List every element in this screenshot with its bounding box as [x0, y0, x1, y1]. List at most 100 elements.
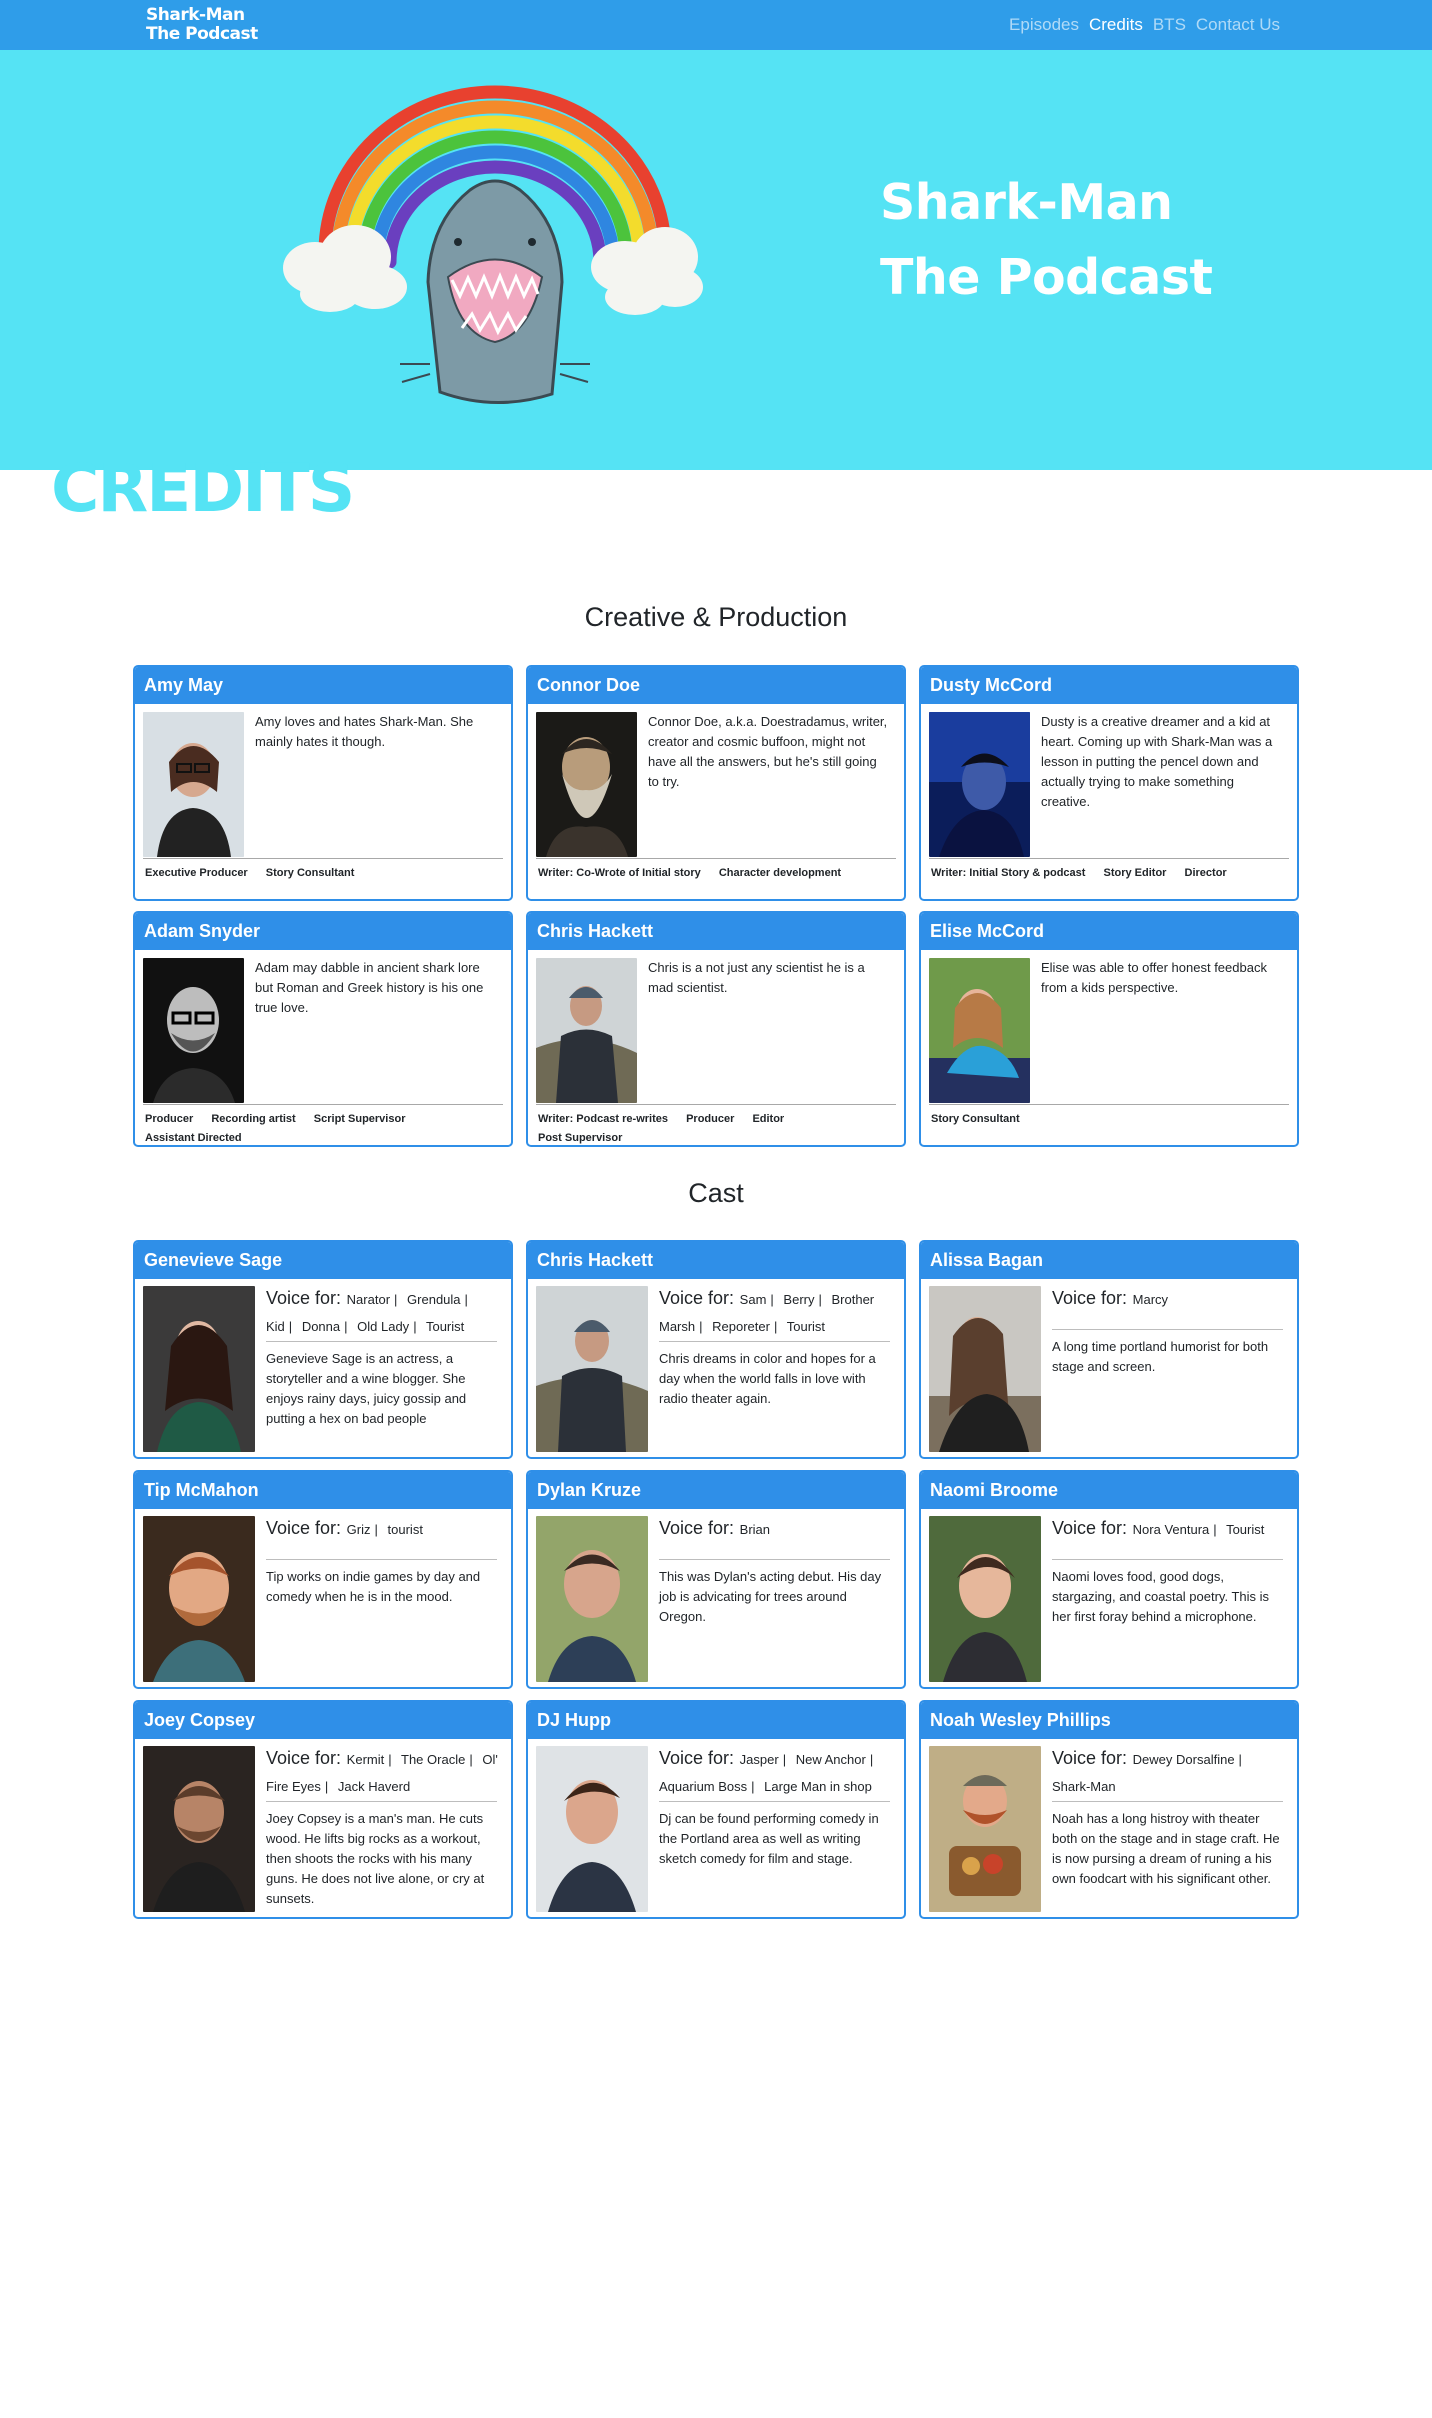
voice-role: New Anchor [795, 1752, 866, 1767]
divider [659, 1801, 890, 1802]
person-photo [143, 712, 244, 857]
divider [929, 858, 1289, 859]
voice-roles: Voice for: Sam | Berry | Brother Marsh | Re… [659, 1288, 875, 1334]
divider [536, 858, 896, 859]
card-name: Naomi Broome [921, 1472, 1297, 1509]
voice-role: Kermit [346, 1752, 385, 1767]
role-tag: Character development [718, 867, 842, 879]
brand-logo[interactable]: Shark-Man The Podcast [146, 6, 258, 44]
person-bio: Joey Copsey is a man's man. He cuts wood… [266, 1811, 485, 1906]
creative-card: Amy May Amy loves and hates Shark-Man. S… [133, 665, 513, 901]
divider [1052, 1329, 1283, 1330]
person-photo [536, 1286, 648, 1452]
person-photo [143, 1286, 255, 1452]
voice-role: Donna [301, 1319, 341, 1334]
person-bio: A long time portland humorist for both s… [1052, 1339, 1269, 1374]
person-photo [536, 1516, 648, 1682]
cast-section-title: Cast [688, 1178, 744, 1208]
person-photo [929, 712, 1030, 857]
divider [266, 1341, 497, 1342]
role-tag: Recording artist [211, 1113, 296, 1125]
divider [266, 1801, 497, 1802]
top-navbar: Shark-Man The Podcast Episodes Credits B… [0, 0, 1432, 50]
hero-banner: Shark-Man The Podcast [0, 50, 1432, 470]
person-photo [536, 958, 637, 1103]
divider [1052, 1801, 1283, 1802]
card-name: Genevieve Sage [135, 1242, 511, 1279]
voice-role: Brian [739, 1522, 771, 1537]
hero-title-line-2: The Podcast [880, 249, 1213, 306]
creative-section-title: Creative & Production [584, 602, 848, 632]
voice-role: Jack Haverd [337, 1779, 411, 1794]
card-name: DJ Hupp [528, 1702, 904, 1739]
voice-roles: Voice for: Kermit | The Oracle | Ol' Fire … [266, 1748, 498, 1794]
card-name: Adam Snyder [135, 913, 511, 950]
role-tag: Story Consultant [265, 867, 355, 879]
role-list: Writer: Initial Story & podcast Story Ed… [931, 864, 1289, 883]
hero-title-line-1: Shark-Man [880, 174, 1173, 231]
divider [929, 1104, 1289, 1105]
voice-role: tourist [387, 1522, 423, 1537]
hero-title: Shark-Man The Podcast [880, 165, 1213, 315]
card-name: Connor Doe [528, 667, 904, 704]
voice-label: Voice for: [1052, 1518, 1128, 1538]
voice-label: Voice for: [266, 1748, 342, 1768]
person-photo [929, 1746, 1041, 1912]
role-list: Producer Recording artist Script Supervi… [145, 1110, 503, 1145]
voice-role: Marcy [1132, 1292, 1169, 1307]
voice-role: Kid [266, 1319, 285, 1334]
cast-card: DJ Hupp Voice for: Jasper | New Anchor | A… [526, 1700, 906, 1919]
voice-label: Voice for: [266, 1288, 342, 1308]
nav-link-bts[interactable]: BTS [1153, 15, 1186, 35]
role-tag: Writer: Co-Wrote of Initial story [538, 867, 701, 879]
voice-role: Shark-Man [1052, 1779, 1116, 1794]
voice-role: Griz [346, 1522, 371, 1537]
creative-card: Chris Hackett Chris is a not just any sc… [526, 911, 906, 1147]
voice-role: Old Lady [357, 1319, 410, 1334]
page-title: CREDITS [51, 456, 354, 522]
cast-card: Joey Copsey Voice for: Kermit | The Oracl… [133, 1700, 513, 1919]
creative-grid: Amy May Amy loves and hates Shark-Man. S… [133, 665, 1299, 1147]
nav-links: Episodes Credits BTS Contact Us [1009, 15, 1280, 35]
person-photo [929, 1286, 1041, 1452]
nav-link-credits[interactable]: Credits [1089, 15, 1143, 35]
divider [536, 1104, 896, 1105]
person-bio: Elise was able to offer honest feedback … [1041, 960, 1267, 995]
person-photo [536, 1746, 648, 1912]
role-tag: Producer [145, 1113, 194, 1125]
role-tag: Editor [752, 1113, 785, 1125]
role-tag: Writer: Initial Story & podcast [931, 867, 1086, 879]
cast-card: Chris Hackett Voice for: Sam | Berry | Bro… [526, 1240, 906, 1459]
card-name: Elise McCord [921, 913, 1297, 950]
cast-card: Alissa Bagan Voice for: Marcy A long tim… [919, 1240, 1299, 1459]
voice-role: Dewey Dorsalfine [1132, 1752, 1235, 1767]
nav-link-contact-us[interactable]: Contact Us [1196, 15, 1280, 35]
card-name: Noah Wesley Phillips [921, 1702, 1297, 1739]
role-tag: Executive Producer [145, 867, 248, 879]
voice-roles: Voice for: Nora Ventura | Tourist [1052, 1518, 1265, 1538]
role-list: Writer: Co-Wrote of Initial story Charac… [538, 864, 896, 883]
person-bio: Tip works on indie games by day and come… [266, 1569, 481, 1604]
brand-line-1: Shark-Man [146, 5, 245, 25]
card-name: Amy May [135, 667, 511, 704]
voice-roles: Voice for: Dewey Dorsalfine | Shark-Man [1052, 1748, 1242, 1794]
voice-role: The Oracle [401, 1752, 466, 1767]
role-list: Executive Producer Story Consultant [145, 864, 503, 883]
voice-roles: Voice for: Brian [659, 1515, 892, 1543]
voice-role: Nora Ventura [1132, 1522, 1210, 1537]
voice-role: Grendula [407, 1292, 461, 1307]
voice-label: Voice for: [1052, 1748, 1128, 1768]
voice-label: Voice for: [266, 1518, 342, 1538]
voice-label: Voice for: [659, 1518, 735, 1538]
voice-label: Voice for: [659, 1748, 735, 1768]
voice-role: Narator [346, 1292, 391, 1307]
cast-card: Naomi Broome Voice for: Nora Ventura | To… [919, 1470, 1299, 1689]
role-tag: Director [1184, 867, 1227, 879]
nav-link-episodes[interactable]: Episodes [1009, 15, 1079, 35]
creative-card: Elise McCord Elise was able to offer hon… [919, 911, 1299, 1147]
voice-role: Reporeter [712, 1319, 770, 1334]
role-tag: Story Editor [1103, 867, 1167, 879]
person-bio: Dusty is a creative dreamer and a kid at… [1041, 714, 1273, 809]
divider [659, 1559, 890, 1560]
voice-role: Tourist [786, 1319, 826, 1334]
